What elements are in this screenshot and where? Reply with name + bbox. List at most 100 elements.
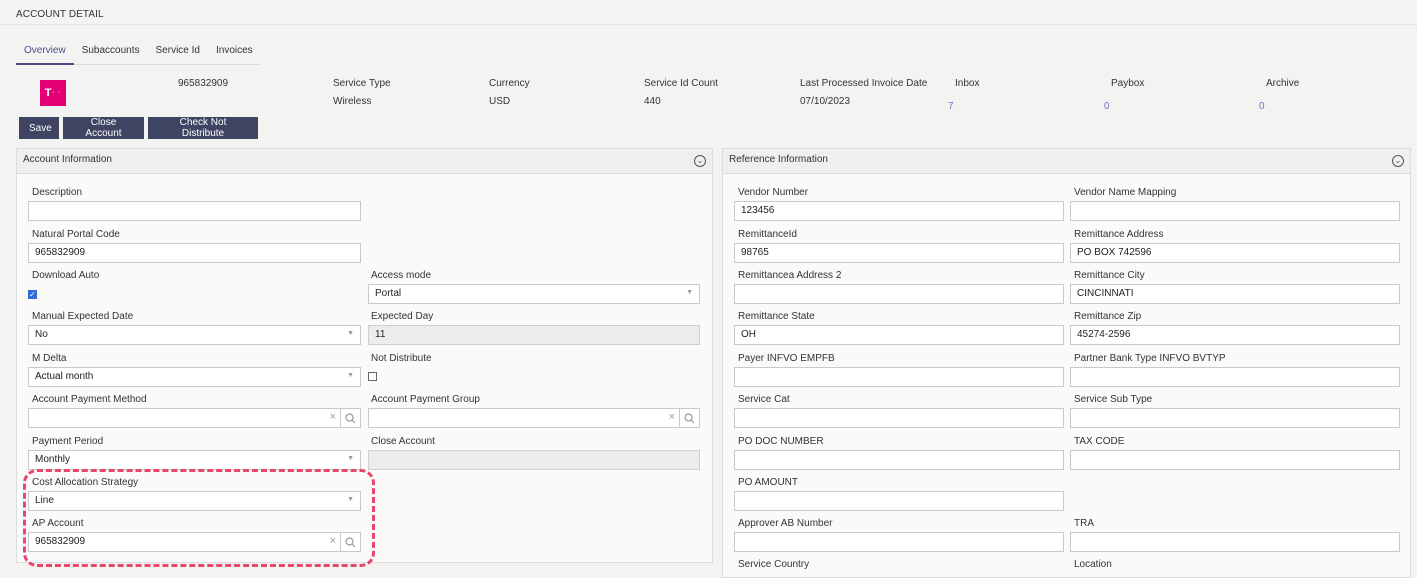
close-account-label: Close Account (371, 436, 435, 447)
collapse-icon[interactable]: ⌄ (1392, 155, 1404, 167)
archive-link[interactable]: 0 (1259, 101, 1265, 112)
vendor-number-label: Vendor Number (738, 187, 809, 198)
approver-ab-number-label: Approver AB Number (738, 518, 833, 529)
inbox-label: Inbox (955, 78, 980, 89)
access-mode-value: Portal (375, 288, 402, 299)
clear-icon[interactable]: × (330, 535, 336, 547)
caret-down-icon: ▼ (347, 372, 354, 379)
paybox-link[interactable]: 0 (1104, 101, 1110, 112)
remittance-zip-label: Remittance Zip (1074, 311, 1142, 322)
panel-header: Reference Information ⌄ (723, 149, 1410, 174)
ap-account-lookup[interactable]: 965832909 × (28, 532, 361, 552)
payer-infvo-input[interactable] (734, 367, 1064, 387)
ap-account-label: AP Account (32, 518, 84, 529)
not-distribute-label: Not Distribute (371, 353, 432, 364)
remittance-address-input[interactable]: PO BOX 742596 (1070, 243, 1400, 263)
close-account-input (368, 450, 700, 470)
remittance-zip-input[interactable]: 45274-2596 (1070, 325, 1400, 345)
payer-infvo-label: Payer INFVO EMPFB (738, 353, 835, 364)
tab-invoices[interactable]: Invoices (207, 40, 261, 65)
clear-icon[interactable]: × (330, 411, 336, 423)
close-account-button[interactable]: Close Account (63, 117, 144, 139)
save-button[interactable]: Save (19, 117, 59, 139)
access-mode-select[interactable]: Portal ▼ (368, 284, 700, 304)
payment-period-label: Payment Period (32, 436, 104, 447)
caret-down-icon: ▼ (347, 455, 354, 462)
remittance-id-input[interactable]: 98765 (734, 243, 1064, 263)
ap-account-value: 965832909 (35, 536, 86, 547)
location-label: Location (1074, 559, 1112, 570)
last-processed-value: 07/10/2023 (800, 96, 851, 107)
currency-label: Currency (489, 78, 530, 89)
partner-bank-type-label: Partner Bank Type INFVO BVTYP (1074, 353, 1226, 364)
cost-allocation-strategy-select[interactable]: Line ▼ (28, 491, 361, 511)
tra-input[interactable] (1070, 532, 1400, 552)
last-processed-label: Last Processed Invoice Date (800, 78, 928, 89)
manual-expected-date-label: Manual Expected Date (32, 311, 134, 322)
remittance-id-label: RemittanceId (738, 229, 797, 240)
vendor-number-input[interactable]: 123456 (734, 201, 1064, 221)
expected-day-label: Expected Day (371, 311, 434, 322)
service-country-label: Service Country (738, 559, 810, 570)
service-sub-type-input[interactable] (1070, 408, 1400, 428)
vendor-name-mapping-input[interactable] (1070, 201, 1400, 221)
inbox-link[interactable]: 7 (948, 101, 954, 112)
not-distribute-checkbox[interactable] (368, 372, 377, 381)
tax-code-label: TAX CODE (1074, 436, 1125, 447)
natural-portal-code-label: Natural Portal Code (32, 229, 120, 240)
m-delta-select[interactable]: Actual month ▼ (28, 367, 361, 387)
clear-icon[interactable]: × (669, 411, 675, 423)
vendor-name-mapping-label: Vendor Name Mapping (1074, 187, 1177, 198)
remittance-address-label: Remittance Address (1074, 229, 1164, 240)
search-icon[interactable] (679, 409, 699, 427)
service-type-value: Wireless (333, 96, 372, 107)
account-payment-group-label: Account Payment Group (371, 394, 480, 405)
carrier-logo-icon: T · · (40, 80, 66, 106)
tab-service-id[interactable]: Service Id (147, 40, 208, 65)
panel-title: Account Information (23, 154, 112, 165)
service-id-count-label: Service Id Count (644, 78, 718, 89)
tra-label: TRA (1074, 518, 1094, 529)
service-cat-label: Service Cat (738, 394, 790, 405)
panel-header: Account Information ⌄ (17, 149, 712, 174)
cost-allocation-strategy-value: Line (35, 495, 54, 506)
caret-down-icon: ▼ (686, 289, 693, 296)
service-type-label: Service Type (333, 78, 391, 89)
tab-subaccounts[interactable]: Subaccounts (73, 40, 148, 65)
page-title: ACCOUNT DETAIL (16, 9, 104, 20)
search-icon[interactable] (340, 409, 360, 427)
account-payment-group-lookup[interactable]: × (368, 408, 700, 428)
tab-bar: Overview Subaccounts Service Id Invoices (16, 40, 261, 65)
panel-title: Reference Information (729, 154, 828, 165)
collapse-icon[interactable]: ⌄ (694, 155, 706, 167)
tax-code-input[interactable] (1070, 450, 1400, 470)
tab-overview[interactable]: Overview (16, 40, 74, 65)
remittance-address-2-input[interactable] (734, 284, 1064, 304)
po-amount-label: PO AMOUNT (738, 477, 799, 488)
access-mode-label: Access mode (371, 270, 432, 281)
remittance-city-input[interactable]: CINCINNATI (1070, 284, 1400, 304)
po-doc-number-input[interactable] (734, 450, 1064, 470)
service-cat-input[interactable] (734, 408, 1064, 428)
download-auto-checkbox[interactable]: ✓ (28, 290, 37, 299)
remittance-address-2-label: Remittancea Address 2 (738, 270, 842, 281)
payment-period-select[interactable]: Monthly ▼ (28, 450, 361, 470)
caret-down-icon: ▼ (347, 330, 354, 337)
approver-ab-number-input[interactable] (734, 532, 1064, 552)
expected-day-input: 11 (368, 325, 700, 345)
remittance-state-input[interactable]: OH (734, 325, 1064, 345)
description-input[interactable] (28, 201, 361, 221)
m-delta-label: M Delta (32, 353, 67, 364)
partner-bank-type-input[interactable] (1070, 367, 1400, 387)
service-sub-type-label: Service Sub Type (1074, 394, 1153, 405)
po-amount-input[interactable] (734, 491, 1064, 511)
remittance-state-label: Remittance State (738, 311, 815, 322)
po-doc-number-label: PO DOC NUMBER (738, 436, 824, 447)
natural-portal-code-input[interactable]: 965832909 (28, 243, 361, 263)
service-id-count-value: 440 (644, 96, 661, 107)
account-payment-method-lookup[interactable]: × (28, 408, 361, 428)
search-icon[interactable] (340, 533, 360, 551)
manual-expected-date-select[interactable]: No ▼ (28, 325, 361, 345)
check-not-distribute-button[interactable]: Check Not Distribute (148, 117, 258, 139)
remittance-city-label: Remittance City (1074, 270, 1145, 281)
